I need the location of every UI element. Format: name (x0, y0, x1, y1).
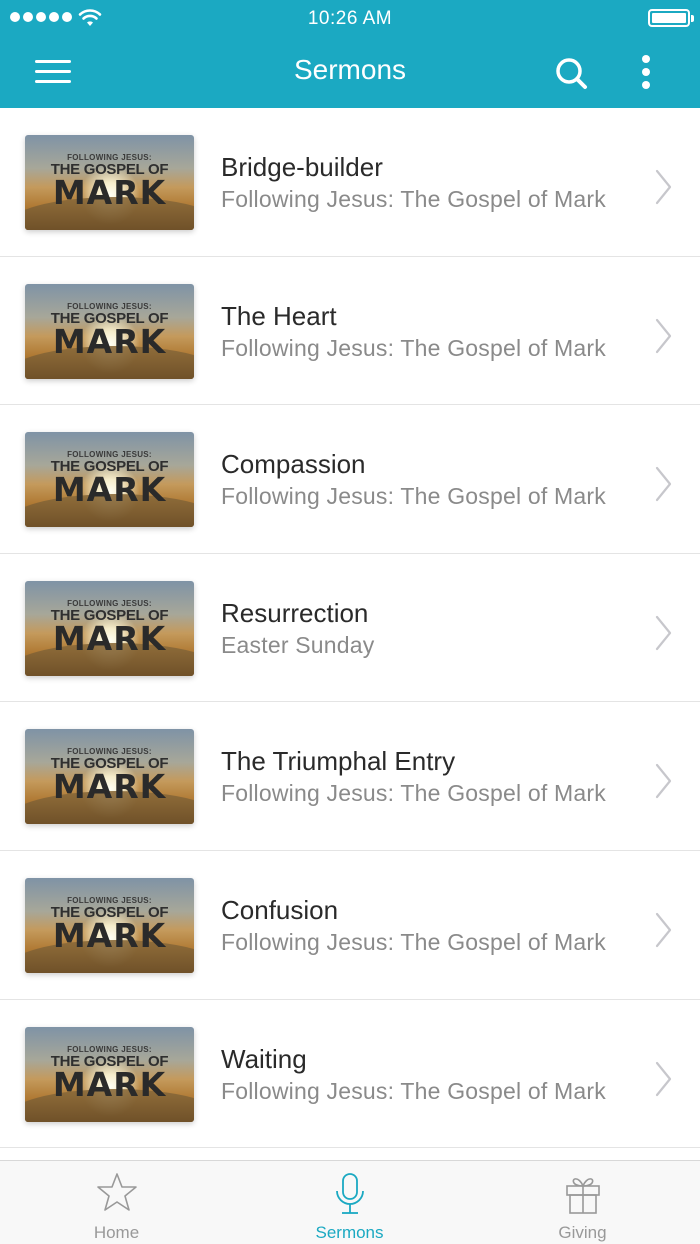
chevron-right-icon (655, 169, 672, 205)
sermon-title: Waiting (221, 1043, 307, 1074)
app-header: 10:26 AM Sermons (0, 0, 700, 108)
thumbnail-line3: MARK (52, 767, 167, 807)
microphone-icon (336, 1173, 364, 1214)
star-icon (97, 1173, 137, 1211)
sermon-row[interactable]: FOLLOWING JESUS: THE GOSPEL OF MARK Comp… (0, 405, 700, 554)
sermon-series: Following Jesus: The Gospel of Mark (221, 334, 606, 361)
sermon-row[interactable]: FOLLOWING JESUS: THE GOSPEL OF MARK The … (0, 702, 700, 851)
sermon-series: Easter Sunday (221, 631, 375, 658)
page-title: Sermons (293, 54, 407, 85)
sermon-row[interactable]: FOLLOWING JESUS: THE GOSPEL OF MARK Wait… (0, 1000, 700, 1149)
thumbnail-line3: MARK (52, 470, 167, 510)
sermon-series: Following Jesus: The Gospel of Mark (221, 780, 606, 807)
sermon-series: Following Jesus: The Gospel of Mark (221, 928, 606, 955)
thumbnail-line3: MARK (52, 618, 167, 658)
tab-home-label: Home (93, 1223, 140, 1242)
search-button[interactable] (550, 52, 592, 94)
more-vertical-icon (642, 55, 650, 63)
chevron-right-icon (655, 764, 672, 799)
sermon-title: Confusion (221, 894, 339, 925)
sermon-row[interactable]: FOLLOWING JESUS: THE GOSPEL OF MARK Brid… (0, 108, 700, 257)
sermon-title: Bridge-builder (221, 152, 383, 182)
sermon-series: Following Jesus: The Gospel of Mark (221, 186, 606, 212)
sermon-row[interactable]: FOLLOWING JESUS: THE GOSPEL OF MARK Conf… (0, 851, 700, 1000)
thumbnail-line3: MARK (52, 173, 167, 212)
tab-giving[interactable]: Giving (466, 1161, 699, 1244)
nav-bar: Sermons (0, 36, 700, 108)
search-icon (556, 58, 587, 89)
sermon-row[interactable]: FOLLOWING JESUS: THE GOSPEL OF MARK Resu… (0, 554, 700, 703)
status-time: 10:26 AM (307, 8, 393, 29)
sermon-series: Following Jesus: The Gospel of Mark (221, 483, 606, 510)
sermon-title: Resurrection (221, 597, 369, 628)
sermon-thumbnail: FOLLOWING JESUS: THE GOSPEL OF MARK (25, 432, 194, 528)
sermon-title: The Heart (221, 300, 337, 331)
chevron-right-icon (655, 615, 672, 650)
tab-sermons[interactable]: Sermons (233, 1161, 466, 1244)
sermon-series: Following Jesus: The Gospel of Mark (221, 1077, 606, 1104)
sermon-row[interactable]: FOLLOWING JESUS: THE GOSPEL OF MARK The … (0, 257, 700, 406)
sermon-title: Compassion (221, 449, 366, 480)
chevron-right-icon (655, 318, 672, 353)
more-options-button[interactable] (630, 50, 662, 94)
thumbnail-line3: MARK (52, 1064, 167, 1104)
sermon-thumbnail: FOLLOWING JESUS: THE GOSPEL OF MARK (25, 283, 194, 379)
chevron-right-icon (655, 467, 672, 502)
sermon-thumbnail: FOLLOWING JESUS: THE GOSPEL OF MARK (25, 729, 194, 825)
tab-sermons-label: Sermons (315, 1223, 384, 1242)
sermon-thumbnail: FOLLOWING JESUS: THE GOSPEL OF MARK (25, 877, 194, 973)
thumbnail-line3: MARK (52, 915, 167, 955)
sermon-thumbnail: FOLLOWING JESUS: THE GOSPEL OF MARK (25, 580, 194, 676)
gift-icon (566, 1178, 600, 1214)
tab-giving-label: Giving (558, 1223, 607, 1242)
tab-bar: Home Sermons Giving (0, 1160, 700, 1244)
battery-icon (648, 9, 694, 27)
sermon-thumbnail: FOLLOWING JESUS: THE GOSPEL OF MARK (25, 1026, 194, 1122)
chevron-right-icon (655, 1061, 672, 1096)
sermon-list: FOLLOWING JESUS: THE GOSPEL OF MARK Brid… (0, 108, 700, 1149)
status-bar: 10:26 AM (0, 0, 700, 36)
chevron-right-icon (655, 912, 672, 948)
tab-home[interactable]: Home (0, 1161, 233, 1244)
thumbnail-line3: MARK (52, 321, 167, 361)
sermon-thumbnail: FOLLOWING JESUS: THE GOSPEL OF MARK (25, 135, 194, 230)
sermon-title: The Triumphal Entry (221, 746, 456, 777)
